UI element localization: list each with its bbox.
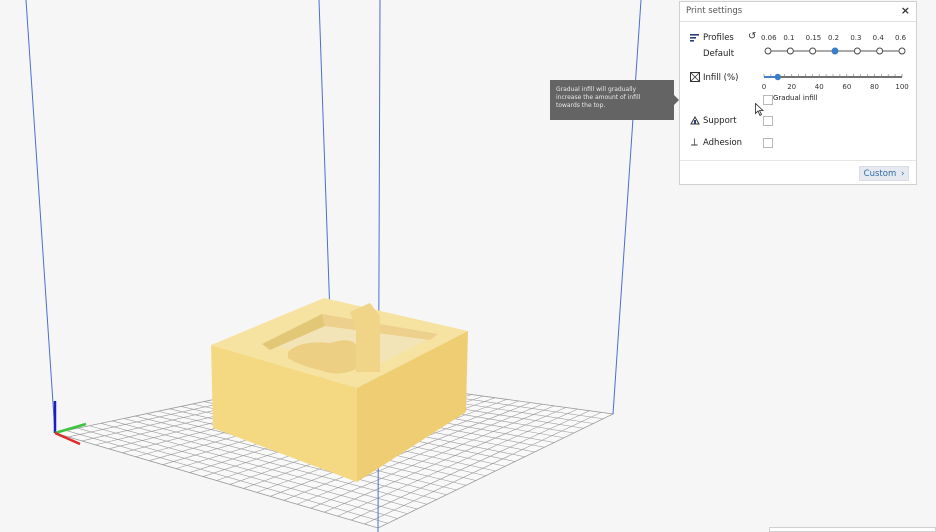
adhesion-icon: ⟂ bbox=[691, 137, 698, 148]
profile-slider-stop[interactable] bbox=[809, 47, 817, 55]
mouse-cursor-icon bbox=[755, 103, 764, 116]
profile-slider-stop[interactable] bbox=[876, 47, 884, 55]
panel-title: Print settings bbox=[686, 6, 743, 16]
chevron-right-icon: › bbox=[900, 169, 905, 179]
profile-tick-label: 0.2 bbox=[828, 34, 840, 42]
tooltip-line: increase the amount of infill bbox=[556, 94, 641, 101]
profile-slider-stop[interactable] bbox=[786, 47, 794, 55]
gradual-infill-label: Gradual infill bbox=[773, 94, 818, 102]
profile-tick-label: 0.1 bbox=[783, 34, 795, 42]
reset-icon[interactable]: ↺ bbox=[748, 31, 756, 42]
gradual-infill-checkbox[interactable] bbox=[763, 95, 773, 105]
infill-tick-label: 60 bbox=[842, 83, 852, 91]
profile-slider-stop[interactable] bbox=[764, 47, 772, 55]
support-icon bbox=[690, 115, 700, 128]
gradual-infill-tooltip: Gradual infill will gradually increase t… bbox=[550, 80, 674, 120]
profiles-icon bbox=[690, 33, 699, 45]
tooltip-line: Gradual infill will gradually bbox=[556, 86, 637, 93]
adhesion-checkbox[interactable] bbox=[763, 138, 773, 148]
bottom-status-bar bbox=[769, 527, 936, 532]
close-button[interactable]: × bbox=[901, 4, 910, 17]
infill-tick-label: 20 bbox=[787, 83, 797, 91]
custom-button-label: Custom bbox=[863, 169, 897, 179]
profile-slider-stop[interactable] bbox=[853, 47, 861, 55]
infill-tick-label: 0 bbox=[761, 83, 767, 91]
profiles-label: Profiles bbox=[703, 33, 734, 43]
print-settings-panel: Print settings × Profiles Default ↺ 0.06… bbox=[679, 1, 917, 185]
profile-tick-label: 0.15 bbox=[805, 34, 822, 42]
custom-button[interactable]: Custom › bbox=[859, 166, 909, 181]
infill-tick-label: 40 bbox=[814, 83, 824, 91]
infill-icon bbox=[690, 72, 700, 85]
infill-tick-label: 100 bbox=[895, 83, 909, 91]
profile-tick-label: 0.3 bbox=[850, 34, 862, 42]
profile-tick-label: 0.06 bbox=[761, 34, 777, 42]
support-checkbox[interactable] bbox=[763, 116, 773, 126]
profiles-value: Default bbox=[703, 49, 735, 59]
infill-slider[interactable] bbox=[762, 70, 907, 82]
profile-tick-label: 0.4 bbox=[872, 34, 884, 42]
panel-divider bbox=[680, 160, 916, 161]
support-label: Support bbox=[703, 116, 737, 126]
profile-slider-handle[interactable] bbox=[831, 47, 839, 55]
profile-tick-label: 0.6 bbox=[895, 34, 907, 42]
profile-slider-stop[interactable] bbox=[898, 47, 906, 55]
profile-slider[interactable] bbox=[760, 45, 908, 57]
tooltip-line: towards the top. bbox=[556, 102, 606, 109]
adhesion-label: Adhesion bbox=[703, 138, 743, 148]
panel-header: Print settings × bbox=[680, 2, 916, 22]
infill-tick-label: 80 bbox=[870, 83, 879, 91]
infill-slider-handle[interactable] bbox=[774, 73, 781, 81]
infill-label: Infill (%) bbox=[703, 73, 739, 83]
